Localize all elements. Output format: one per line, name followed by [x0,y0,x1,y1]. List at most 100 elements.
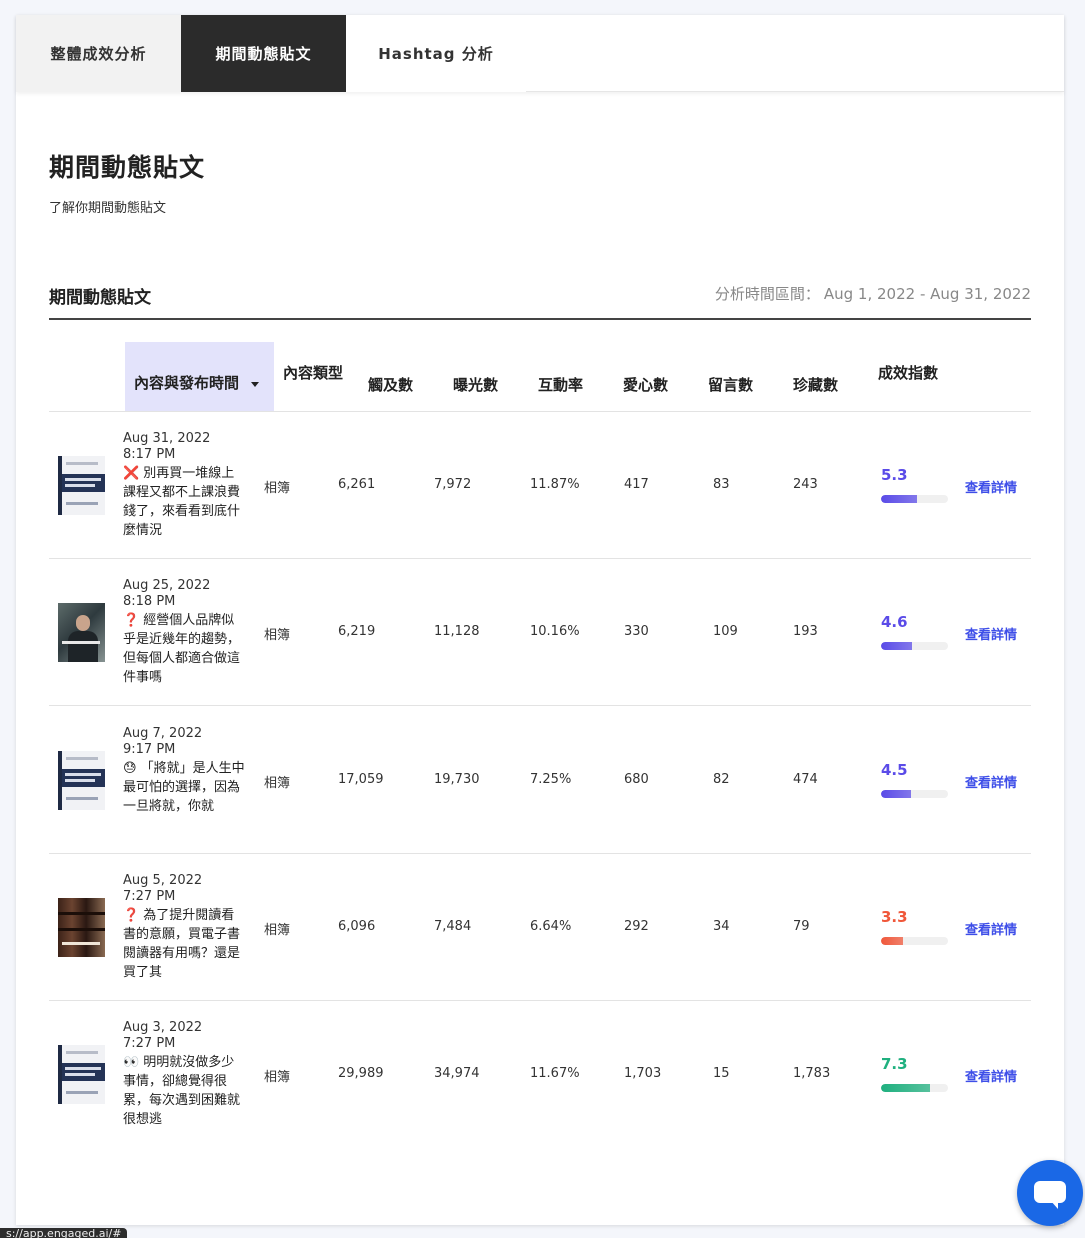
post-caption-text: 經營個人品牌似乎是近幾年的趨勢，但每個人都適合做這件事嗎 [123,613,241,685]
cell-comments: 15 [713,1066,730,1081]
post-time: 8:17 PM [123,447,176,462]
score-value: 3.3 [881,908,908,926]
post-thumbnail[interactable] [58,751,105,810]
post-datetime: Aug 7, 2022 9:17 PM [123,726,202,758]
cell-comments: 109 [713,624,738,639]
score-bar [881,1084,948,1092]
cell-likes: 417 [624,477,649,492]
score-value: 4.6 [881,613,908,631]
post-caption: 👀 明明就沒做多少事情，卻總覺得很累，每次遇到困難就很想逃 [123,1053,247,1129]
column-header-score: 成效指數 [878,364,939,382]
column-header-content-label: 內容與發布時間 [134,374,240,392]
cell-reach: 6,096 [338,919,376,934]
cell-impressions: 34,974 [434,1066,480,1081]
column-header-type: 內容類型 [283,364,344,382]
date-range: 分析時間區間： Aug 1, 2022 - Aug 31, 2022 [715,283,1031,304]
cell-reach: 6,219 [338,624,376,639]
post-thumbnail[interactable] [58,456,105,515]
tab-period-posts[interactable]: 期間動態貼文 [181,15,346,92]
score-bar-fill [881,790,912,798]
table-row: Aug 25, 2022 8:18 PM ❓ 經營個人品牌似乎是近幾年的趨勢，但每個… [49,559,1031,706]
view-details-link[interactable]: 查看詳情 [965,772,1017,791]
post-caption: ❓ 經營個人品牌似乎是近幾年的趨勢，但每個人都適合做這件事嗎 [123,611,247,687]
post-date: Aug 3, 2022 [123,1020,203,1035]
post-caption: ❓ 為了提升閱讀看書的意願，買電子書閱讀器有用嗎？還是買了其 [123,906,247,982]
score-bar-fill [881,1084,930,1092]
cell-reach: 29,989 [338,1066,384,1081]
post-caption: 😓 「將就」是人生中最可怕的選擇，因為一旦將就，你就 [123,759,247,816]
score-bar-fill [881,642,912,650]
cell-comments: 83 [713,477,730,492]
cell-likes: 292 [624,919,649,934]
view-details-link[interactable]: 查看詳情 [965,477,1017,496]
post-time: 9:17 PM [123,742,176,757]
sort-caret-icon[interactable] [251,382,260,387]
post-caption-text: 別再買一堆線上課程又都不上課浪費錢了，來看看到底什麼情況 [123,466,241,538]
cell-likes: 1,703 [624,1066,662,1081]
table-header: 內容與發布時間 內容類型 觸及數 曝光數 互動率 愛心數 留言數 珍藏數 成效指… [49,342,1031,412]
date-range-value: Aug 1, 2022 - Aug 31, 2022 [823,285,1031,303]
cell-engagement: 6.64% [530,919,572,934]
cell-reach: 17,059 [338,772,384,787]
question-mark-icon: ❓ [123,908,140,923]
score-bar [881,937,948,945]
view-details-link[interactable]: 查看詳情 [965,919,1017,938]
post-thumbnail[interactable] [58,603,105,662]
cell-saves: 474 [793,772,818,787]
score-bar-fill [881,937,904,945]
post-datetime: Aug 3, 2022 7:27 PM [123,1020,202,1052]
column-header-reach: 觸及數 [368,376,414,394]
view-details-link[interactable]: 查看詳情 [965,624,1017,643]
table-row: Aug 5, 2022 7:27 PM ❓ 為了提升閱讀看書的意願，買電子書閱讀器有… [49,854,1031,1001]
post-thumbnail[interactable] [58,898,105,957]
table-row: Aug 3, 2022 7:27 PM 👀 明明就沒做多少事情，卻總覺得很累，每次遇… [49,1001,1031,1148]
cell-impressions: 7,484 [434,919,472,934]
score-bar [881,642,948,650]
post-date: Aug 25, 2022 [123,578,211,593]
cross-mark-icon: ❌ [123,466,140,481]
column-header-likes: 愛心數 [623,376,669,394]
score-value: 7.3 [881,1055,908,1073]
cell-engagement: 10.16% [530,624,580,639]
post-date: Aug 5, 2022 [123,873,203,888]
cell-impressions: 11,128 [434,624,480,639]
cell-saves: 243 [793,477,818,492]
cell-engagement: 11.67% [530,1066,580,1081]
cell-type: 相簿 [264,481,291,496]
post-time: 7:27 PM [123,889,176,904]
cell-saves: 1,783 [793,1066,831,1081]
score-value: 4.5 [881,761,908,779]
tab-hashtag-analysis[interactable]: Hashtag 分析 [346,15,526,92]
post-date: Aug 31, 2022 [123,431,211,446]
post-thumbnail[interactable] [58,1045,105,1104]
column-header-content[interactable]: 內容與發布時間 [125,342,274,411]
cell-likes: 680 [624,772,649,787]
post-datetime: Aug 25, 2022 8:18 PM [123,578,210,610]
post-datetime: Aug 31, 2022 8:17 PM [123,431,210,463]
chat-button[interactable] [1017,1160,1083,1226]
cell-reach: 6,261 [338,477,376,492]
post-caption-text: 明明就沒做多少事情，卻總覺得很累，每次遇到困難就很想逃 [123,1055,241,1127]
cell-impressions: 19,730 [434,772,480,787]
cell-engagement: 7.25% [530,772,572,787]
cell-comments: 82 [713,772,730,787]
column-header-impressions: 曝光數 [453,376,499,394]
tab-overall-performance[interactable]: 整體成效分析 [16,15,181,92]
cell-saves: 193 [793,624,818,639]
score-bar-fill [881,495,917,503]
post-caption-text: 為了提升閱讀看書的意願，買電子書閱讀器有用嗎？還是買了其 [123,908,241,980]
section-title: 期間動態貼文 [49,288,151,308]
chat-bubble-tail [1050,1200,1058,1209]
cell-saves: 79 [793,919,810,934]
post-caption-text: 「將就」是人生中最可怕的選擇，因為一旦將就，你就 [123,761,245,814]
section-divider [49,318,1031,320]
cell-likes: 330 [624,624,649,639]
post-time: 7:27 PM [123,1036,176,1051]
post-caption: ❌ 別再買一堆線上課程又都不上課浪費錢了，來看看到底什麼情況 [123,464,247,540]
column-header-engagement: 互動率 [538,376,584,394]
column-header-comments: 留言數 [708,376,754,394]
view-details-link[interactable]: 查看詳情 [965,1066,1017,1085]
page-subtitle: 了解你期間動態貼文 [49,201,167,216]
eyes-icon: 👀 [123,1055,140,1070]
tab-bar: 整體成效分析 期間動態貼文 Hashtag 分析 [16,15,1064,92]
